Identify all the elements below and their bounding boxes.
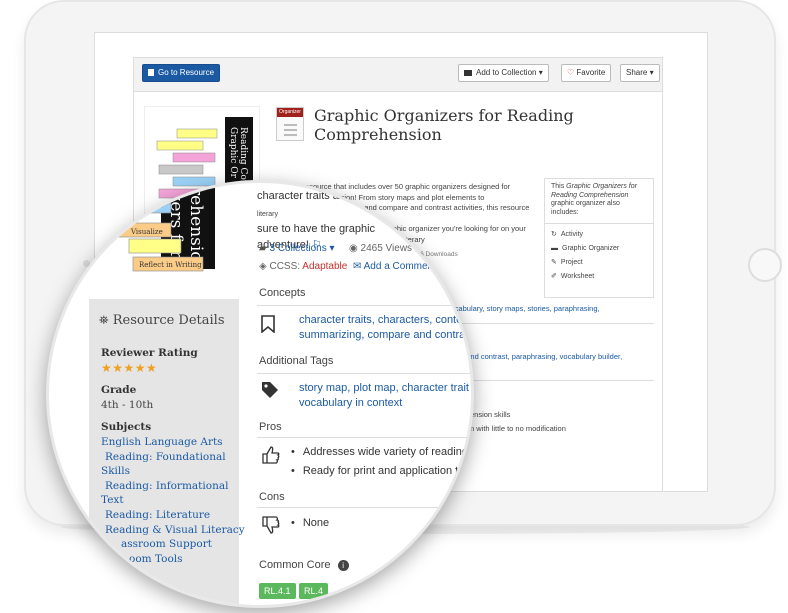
bookmark-icon: [261, 315, 283, 337]
tags-tail-1: ension skills: [470, 410, 511, 419]
subject-link[interactable]: oom Tools: [129, 552, 183, 567]
pros-heading: Pros: [259, 421, 282, 433]
include-item-worksheet[interactable]: ✐ Worksheet: [551, 270, 647, 284]
subject-link[interactable]: English Language Arts: [101, 435, 223, 450]
include-item-graphic-organizer[interactable]: ▬ Graphic Organizer: [551, 242, 647, 256]
add-to-collection-button[interactable]: Add to Collection ▾: [458, 64, 549, 82]
edit-icon: ✎: [551, 259, 557, 266]
home-button[interactable]: [748, 248, 782, 282]
cc-standard-badge[interactable]: RL.4: [299, 583, 329, 599]
comment-icon: ✉: [353, 261, 362, 272]
magnifier-lens: ⛯ Resource Details Reviewer Rating ★★★★★…: [46, 180, 474, 608]
concepts-tail-2[interactable]: e and contrast, paraphrasing, vocabulary…: [460, 352, 622, 361]
also-includes-box: This Graphic Organizers for Reading Comp…: [544, 178, 654, 298]
subject-link[interactable]: Skills: [101, 464, 130, 479]
subjects-label: Subjects: [101, 421, 152, 433]
folder-plus-icon: [464, 70, 472, 76]
organizer-type-icon: Organizer: [276, 107, 304, 141]
info-icon[interactable]: i: [337, 560, 349, 571]
subject-link[interactable]: Reading: Foundational: [105, 450, 226, 465]
include-item-project[interactable]: ✎ Project: [551, 256, 647, 270]
go-to-resource-button[interactable]: Go to Resource: [142, 64, 221, 82]
ccss-meta: ◈ CCSS: Adaptable: [259, 261, 348, 272]
divider: [257, 507, 471, 508]
cons-heading: Cons: [259, 491, 285, 503]
subject-link[interactable]: assroom Support: [121, 537, 212, 552]
cc-standard-badge[interactable]: RL.4.1: [259, 583, 296, 599]
heart-icon: ♡: [567, 68, 575, 77]
folder-icon: ▰: [259, 243, 267, 254]
svg-text:Reflect in Writing: Reflect in Writing: [139, 261, 202, 269]
caret-down-icon: ▾: [649, 68, 654, 77]
add-comment-link[interactable]: ✉ Add a Comment: [353, 261, 436, 272]
tags-links[interactable]: story map, plot map, character trait voc…: [299, 381, 471, 411]
caret-down-icon: ▾: [538, 68, 543, 77]
refresh-icon: ↻: [551, 231, 557, 238]
grade-label: Grade: [101, 384, 137, 396]
tags-tail-2: n with little to no modification: [470, 424, 566, 433]
divider: [257, 305, 471, 306]
view-count: ◉ 2465 Views: [349, 243, 413, 254]
tag-icon: ◈: [259, 261, 267, 272]
binoculars-icon: ⛯: [99, 313, 109, 327]
reviewer-rating-label: Reviewer Rating: [101, 347, 198, 359]
collections-meta[interactable]: ▰ 3 Collections ▾: [259, 243, 335, 254]
resource-title: Graphic Organizers for Reading Comprehen…: [314, 106, 574, 144]
common-core-heading: Common Core i: [259, 559, 349, 571]
tag-icon: [261, 381, 283, 403]
divider: [257, 437, 471, 438]
grade-value: 4th - 10th: [101, 399, 154, 411]
eye-icon: ◉: [349, 243, 358, 254]
star-rating: ★★★★★: [101, 361, 158, 375]
cons-list: None: [291, 514, 329, 533]
divider: [257, 373, 471, 374]
thumbs-up-icon: [261, 445, 283, 467]
share-button[interactable]: Share ▾: [620, 64, 660, 82]
pros-list: Addresses wide variety of reading Ready …: [291, 443, 468, 481]
additional-tags-heading: Additional Tags: [259, 355, 334, 367]
subject-link[interactable]: Reading: Informational: [105, 479, 228, 494]
concepts-links[interactable]: character traits, characters, conte summ…: [299, 313, 471, 343]
svg-text:Visualize: Visualize: [130, 228, 163, 236]
caret-down-icon: ▾: [329, 243, 335, 254]
organizer-icon: ▬: [551, 245, 558, 252]
concepts-heading: Concepts: [259, 287, 306, 299]
wrench-icon: ✐: [551, 273, 557, 280]
magnified-thumbnail: izers for rehension Visualize Reflect in…: [116, 183, 215, 273]
include-item-activity[interactable]: ↻ Activity: [551, 228, 647, 242]
subject-link[interactable]: Reading & Visual Literacy: [105, 523, 245, 538]
resource-toolbar: Go to Resource Add to Collection ▾ ♡ Fav…: [134, 58, 662, 92]
document-icon: [148, 69, 154, 76]
subject-link[interactable]: Reading: Literature: [105, 508, 210, 523]
svg-text:Graphic Or: Graphic Or: [228, 127, 238, 179]
resource-details-heading: ⛯ Resource Details: [99, 313, 225, 328]
subject-link[interactable]: Text: [101, 493, 124, 508]
thumbs-down-icon: [261, 515, 283, 537]
favorite-button[interactable]: ♡ Favorite: [561, 64, 612, 82]
